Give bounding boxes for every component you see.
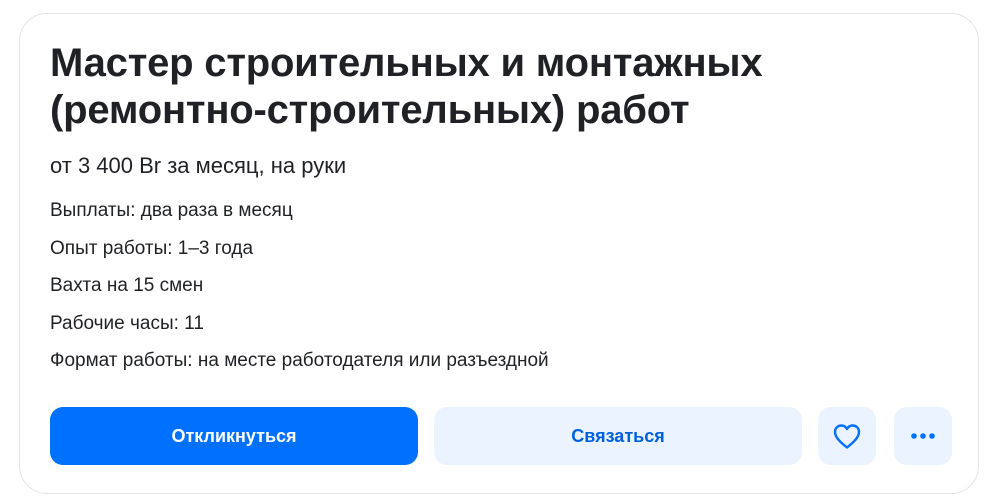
vacancy-facts-list: Выплаты: два раза в месяц Опыт работы: 1… xyxy=(50,199,549,387)
vacancy-title: Мастер строительных и монтажных (ремонтн… xyxy=(50,41,763,132)
vacancy-card: Мастер строительных и монтажных (ремонтн… xyxy=(19,13,979,494)
more-horizontal-icon xyxy=(910,432,936,440)
fact-shift: Вахта на 15 смен xyxy=(50,275,204,296)
respond-button[interactable]: Откликнуться xyxy=(50,407,418,465)
contact-button[interactable]: Связаться xyxy=(434,407,802,465)
fact-payments: Выплаты: два раза в месяц xyxy=(50,200,293,221)
favorite-button[interactable] xyxy=(818,407,876,465)
more-button[interactable] xyxy=(894,407,952,465)
fact-working-hours: Рабочие часы: 11 xyxy=(50,312,204,334)
heart-icon xyxy=(832,422,862,450)
fact-work-format: Формат работы: на месте работодателя или… xyxy=(50,350,549,371)
fact-experience: Опыт работы: 1–3 года xyxy=(50,237,254,259)
salary-text: от 3 400 Br за месяц, на руки xyxy=(50,153,347,178)
